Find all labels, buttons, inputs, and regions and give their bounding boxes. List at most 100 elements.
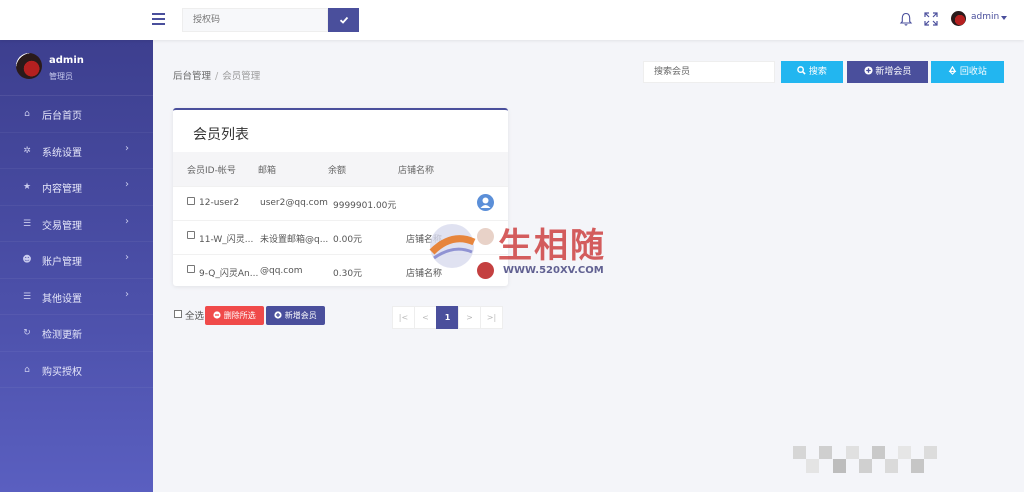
table-row[interactable]: 11-W_闪灵... 未设置邮箱@q... 0.00元 店铺名称 — [173, 220, 508, 254]
member-id: 12-user2 — [199, 198, 240, 208]
breadcrumb: 后台管理 / 会员管理 — [173, 68, 260, 82]
sidebar-item-7[interactable]: ⌂ 购买授权 — [0, 352, 153, 388]
member-balance: 0.00元 — [333, 235, 363, 245]
auth-submit-button[interactable] — [328, 8, 359, 32]
sidebar-item-5[interactable]: ☰ 其他设置 › — [0, 279, 153, 315]
bell-icon[interactable] — [899, 12, 913, 27]
breadcrumb-root[interactable]: 后台管理 — [173, 71, 211, 82]
add-member-button-label: 新增会员 — [875, 67, 912, 77]
breadcrumb-current: 会员管理 — [222, 71, 261, 82]
row-checkbox[interactable] — [187, 265, 195, 273]
user-menu[interactable]: admin — [971, 12, 999, 22]
table-row[interactable]: 12-user2 user2@qq.com 9999901.00元 — [173, 186, 508, 220]
blurred-image — [793, 446, 937, 473]
plus-circle-icon — [863, 66, 873, 75]
sidebar-item-label: 内容管理 — [42, 184, 82, 195]
chevron-right-icon: › — [125, 142, 129, 154]
page-button[interactable]: 1 — [436, 306, 459, 329]
sidebar-item-1[interactable]: ✲ 系统设置 › — [0, 133, 153, 169]
user-icon — [480, 197, 491, 208]
member-email: 未设置邮箱@q... — [260, 235, 329, 245]
profile-name: admin — [49, 55, 84, 66]
page-button[interactable]: |< — [392, 306, 415, 329]
top-bar: 授权码 admin — [0, 0, 1024, 40]
sidebar-item-3[interactable]: ☰ 交易管理 › — [0, 206, 153, 242]
gear-icon: ✲ — [23, 145, 31, 156]
refresh-icon: ↻ — [23, 328, 31, 338]
sidebar-item-label: 交易管理 — [42, 220, 82, 232]
member-balance: 9999901.00元 — [333, 201, 397, 211]
column-header-id: 会员ID-帐号 — [187, 166, 236, 176]
delete-selected-button[interactable]: 删除所选 — [205, 306, 264, 325]
users-icon: ☻ — [22, 255, 32, 265]
row-checkbox[interactable] — [187, 231, 195, 239]
sidebar-item-label: 账户管理 — [42, 257, 82, 268]
profile-role: 管理员 — [49, 72, 73, 81]
member-shop: 店铺名称 — [406, 235, 443, 245]
sidebar-item-label: 其他设置 — [42, 293, 82, 305]
search-icon — [797, 66, 806, 75]
column-header-balance: 余额 — [328, 166, 347, 176]
add-member-button[interactable]: 新增会员 — [847, 61, 928, 83]
check-icon — [339, 16, 348, 24]
search-button[interactable]: 搜索 — [781, 61, 843, 83]
select-all-checkbox[interactable] — [174, 310, 182, 318]
plus-circle-icon — [274, 311, 282, 319]
member-shop: 店铺名称 — [406, 269, 443, 279]
watermark-url: WWW.520XV.COM — [503, 265, 604, 276]
member-id: 11-W_闪灵... — [199, 235, 254, 245]
chevron-right-icon: › — [125, 215, 129, 227]
sidebar-item-0[interactable]: ⌂ 后台首页 — [0, 96, 153, 133]
select-all-label[interactable]: 全选 — [185, 308, 204, 322]
list-icon: ☰ — [22, 291, 32, 302]
menu-toggle-icon[interactable] — [152, 13, 165, 25]
sidebar-item-label: 后台首页 — [42, 111, 82, 122]
sidebar: admin 管理员 ⌂ 后台首页 ✲ 系统设置 › ★ 内容管理 › ☰ 交易管理 › ☻ 账户管理 › ☰… — [0, 40, 153, 492]
pagination: |< <1 > >| — [392, 306, 503, 329]
panel-title: 会员列表 — [193, 127, 249, 143]
page-button[interactable]: > — [458, 306, 481, 329]
add-member-bottom-button[interactable]: 新增会员 — [266, 306, 325, 325]
avatar — [477, 194, 494, 211]
recycle-bin-button[interactable]: 回收站 — [931, 61, 1004, 83]
sidebar-item-2[interactable]: ★ 内容管理 › — [0, 169, 153, 206]
page-button[interactable]: < — [414, 306, 437, 329]
member-search-input[interactable]: 搜索会员 — [643, 61, 775, 83]
sidebar-item-4[interactable]: ☻ 账户管理 › — [0, 242, 153, 279]
table-row[interactable]: 9-Q_闪灵An... @qq.com 0.30元 店铺名称 — [173, 254, 508, 288]
home-icon: ⌂ — [24, 109, 30, 119]
sidebar-item-label: 购买授权 — [42, 366, 82, 378]
avatar[interactable] — [951, 11, 966, 26]
star-icon: ★ — [22, 182, 32, 192]
fullscreen-icon[interactable] — [924, 12, 938, 26]
column-header-shop: 店铺名称 — [398, 166, 435, 176]
list-icon: ☰ — [22, 218, 32, 229]
chevron-right-icon: › — [125, 288, 129, 300]
search-button-label: 搜索 — [808, 67, 827, 77]
member-email: @qq.com — [260, 266, 303, 276]
auth-code-input[interactable]: 授权码 — [182, 8, 328, 32]
add-member-bottom-label: 新增会员 — [284, 311, 317, 320]
member-balance: 0.30元 — [333, 269, 363, 279]
sidebar-item-label: 系统设置 — [42, 147, 82, 159]
member-list-panel: 会员列表 会员ID-帐号 邮箱 余额 店铺名称 12-user2 user2@q… — [173, 108, 508, 286]
row-checkbox[interactable] — [187, 197, 195, 205]
table-header: 会员ID-帐号 邮箱 余额 店铺名称 — [173, 152, 508, 186]
watermark-text: 生相随 — [498, 226, 606, 266]
sidebar-item-6[interactable]: ↻ 检测更新 — [0, 315, 153, 352]
caret-down-icon[interactable] — [1001, 16, 1007, 20]
delete-selected-label: 删除所选 — [223, 311, 256, 320]
avatar — [477, 228, 494, 245]
column-header-email: 邮箱 — [258, 166, 277, 176]
sidebar-item-label: 检测更新 — [42, 330, 82, 341]
minus-circle-icon — [213, 311, 221, 319]
member-email: user2@qq.com — [260, 198, 328, 208]
chevron-right-icon: › — [125, 179, 129, 190]
page-button[interactable]: >| — [480, 306, 503, 329]
member-id: 9-Q_闪灵An... — [199, 269, 259, 279]
recycle-bin-button-label: 回收站 — [959, 67, 987, 77]
avatar — [477, 262, 494, 279]
home-icon: ⌂ — [24, 364, 30, 375]
sidebar-menu: ⌂ 后台首页 ✲ 系统设置 › ★ 内容管理 › ☰ 交易管理 › ☻ 账户管理 › ☰ 其他设置 › ↻ 检测更新… — [0, 96, 153, 388]
recycle-icon — [948, 65, 957, 75]
